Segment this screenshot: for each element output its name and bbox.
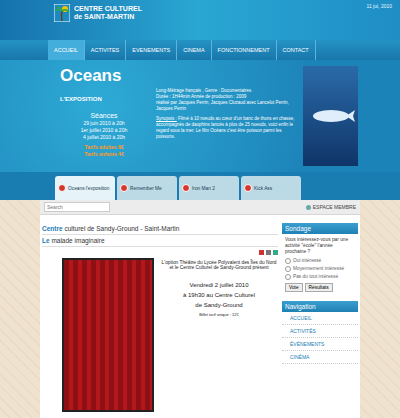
page: CENTRE CULTUREL de SAINT-MARTIN 11 jui, … (0, 0, 400, 418)
film-info: Long-Métrage français , Genre : Document… (156, 66, 295, 172)
tab[interactable]: Remember Me (117, 176, 177, 200)
logo-text: CENTRE CULTUREL de SAINT-MARTIN (74, 5, 142, 21)
nav-item[interactable]: EVENEMENTS (126, 40, 177, 60)
seance: 29 juin 2010 à 20h (60, 120, 148, 127)
film-icon (120, 184, 128, 192)
intro: L'option Théâtre du Lycée Polyvalent des… (160, 260, 278, 270)
user-icon (306, 205, 311, 210)
synopsis: Synopsis : Filmé à 10 nœuds au cœur d'un… (156, 116, 295, 140)
seance: 1er juillet 2010 à 20h (60, 127, 148, 134)
tab[interactable]: Kick Ass (241, 176, 301, 200)
article-title: Le malade imaginaire (42, 235, 278, 247)
poll-option[interactable]: Pas du tout intéressé (285, 274, 355, 280)
radio[interactable] (285, 266, 291, 272)
prices: Tarifs adultes 6€Tarifs enfants 4€ (60, 144, 148, 158)
navigation-item[interactable]: ACCUEIL (282, 312, 358, 325)
member-link[interactable]: ESPACE MEMBRE (306, 204, 356, 210)
article-heading: Centre culturel de Sandy-Ground - Saint-… (42, 223, 278, 235)
poll-question: Vous intéressez-vous par une activité "é… (285, 237, 355, 255)
body: ESPACE MEMBRE Centre culturel de Sandy-G… (0, 200, 400, 418)
print-icon[interactable] (266, 250, 271, 255)
nav-item[interactable]: CINEMA (177, 40, 211, 60)
film-icon (58, 184, 66, 192)
info-line: Long-Métrage français , Genre : Document… (156, 88, 295, 94)
ticket-price: Billet tarif unique : 12€ (160, 312, 278, 317)
search-row: ESPACE MEMBRE (40, 200, 360, 215)
seance: 4 juillet 2010 à 20h (60, 134, 148, 141)
poll-title: Sondage (282, 223, 358, 234)
seances: Séances 29 juin 2010 à 20h1er juillet 20… (60, 112, 148, 158)
nav-item[interactable]: CONTACT (277, 40, 316, 60)
event-line: de Sandy-Ground (160, 300, 278, 310)
film-icon (244, 184, 252, 192)
poll: Vous intéressez-vous par une activité "é… (282, 234, 358, 301)
poll-option[interactable]: Oui intéressé (285, 258, 355, 264)
main-nav: ACCUEILACTIVITESEVENEMENTSCINEMAFONCTION… (0, 40, 400, 60)
radio[interactable] (285, 258, 291, 264)
event-line: à 19h30 au Centre Culturel (160, 290, 278, 300)
content-panel: ESPACE MEMBRE Centre culturel de Sandy-G… (40, 200, 360, 418)
navigation-item[interactable]: CINÉMA (282, 351, 358, 364)
nav-item[interactable]: ACCUEIL (48, 40, 85, 60)
navigation-list: ACCUEILACTIVITÉSÉVÉNEMENTSCINÉMA (282, 312, 358, 364)
film-icon (182, 184, 190, 192)
info-line: Durée : 1H44min Année de production : 20… (156, 94, 295, 100)
tab[interactable]: Oceans l'exposition (55, 176, 115, 200)
tabs-bar: Oceans l'exposition Remember Me Iron Man… (0, 172, 400, 200)
price: Tarifs adultes 6€ (60, 144, 148, 151)
theatre-poster (62, 258, 154, 412)
nav-item[interactable]: FONCTIONNEMENT (212, 40, 277, 60)
poll-button[interactable]: Vote (285, 283, 303, 292)
poll-button[interactable]: Résultats (305, 283, 333, 292)
search-input[interactable] (44, 202, 110, 212)
info-line: réalisé par Jacques Perrin, Jacques Cluz… (156, 100, 295, 112)
navigation-title: Navigation (282, 301, 358, 312)
columns: Centre culturel de Sandy-Ground - Saint-… (40, 215, 360, 412)
header: CENTRE CULTUREL de SAINT-MARTIN 11 jui, … (0, 0, 400, 40)
event-lines: Vendredi 2 juillet 2010à 19h30 au Centre… (160, 280, 278, 310)
article-body: L'option Théâtre du Lycée Polyvalent des… (42, 258, 278, 412)
article-tools (42, 250, 278, 255)
banner-left: Oceans L'EXPOSITION Séances 29 juin 2010… (60, 66, 148, 172)
price: Tarifs enfants 4€ (60, 151, 148, 158)
article: Centre culturel de Sandy-Ground - Saint-… (42, 223, 278, 412)
date: 11 jui, 2010 (367, 0, 392, 40)
navigation-item[interactable]: ÉVÉNEMENTS (282, 338, 358, 351)
whale-icon (306, 101, 356, 131)
radio[interactable] (285, 274, 291, 280)
logo[interactable]: CENTRE CULTUREL de SAINT-MARTIN (54, 4, 142, 22)
seances-title: Séances (60, 112, 148, 119)
sidebar: Sondage Vous intéressez-vous par une act… (282, 223, 358, 412)
event-line: Vendredi 2 juillet 2010 (160, 280, 278, 290)
banner-title: Oceans L'EXPOSITION (60, 66, 148, 106)
nav-item[interactable]: ACTIVITES (85, 40, 126, 60)
email-icon[interactable] (273, 250, 278, 255)
poll-option[interactable]: Moyennement intéressé (285, 266, 355, 272)
palm-logo-icon (54, 4, 70, 22)
pdf-icon[interactable] (259, 250, 264, 255)
article-text: L'option Théâtre du Lycée Polyvalent des… (160, 258, 278, 412)
banner: Oceans L'EXPOSITION Séances 29 juin 2010… (0, 60, 400, 172)
tab[interactable]: Iron Man 2 (179, 176, 239, 200)
film-poster[interactable] (303, 66, 358, 166)
poll-buttons: VoteRésultats (285, 283, 355, 292)
navigation-item[interactable]: ACTIVITÉS (282, 325, 358, 338)
